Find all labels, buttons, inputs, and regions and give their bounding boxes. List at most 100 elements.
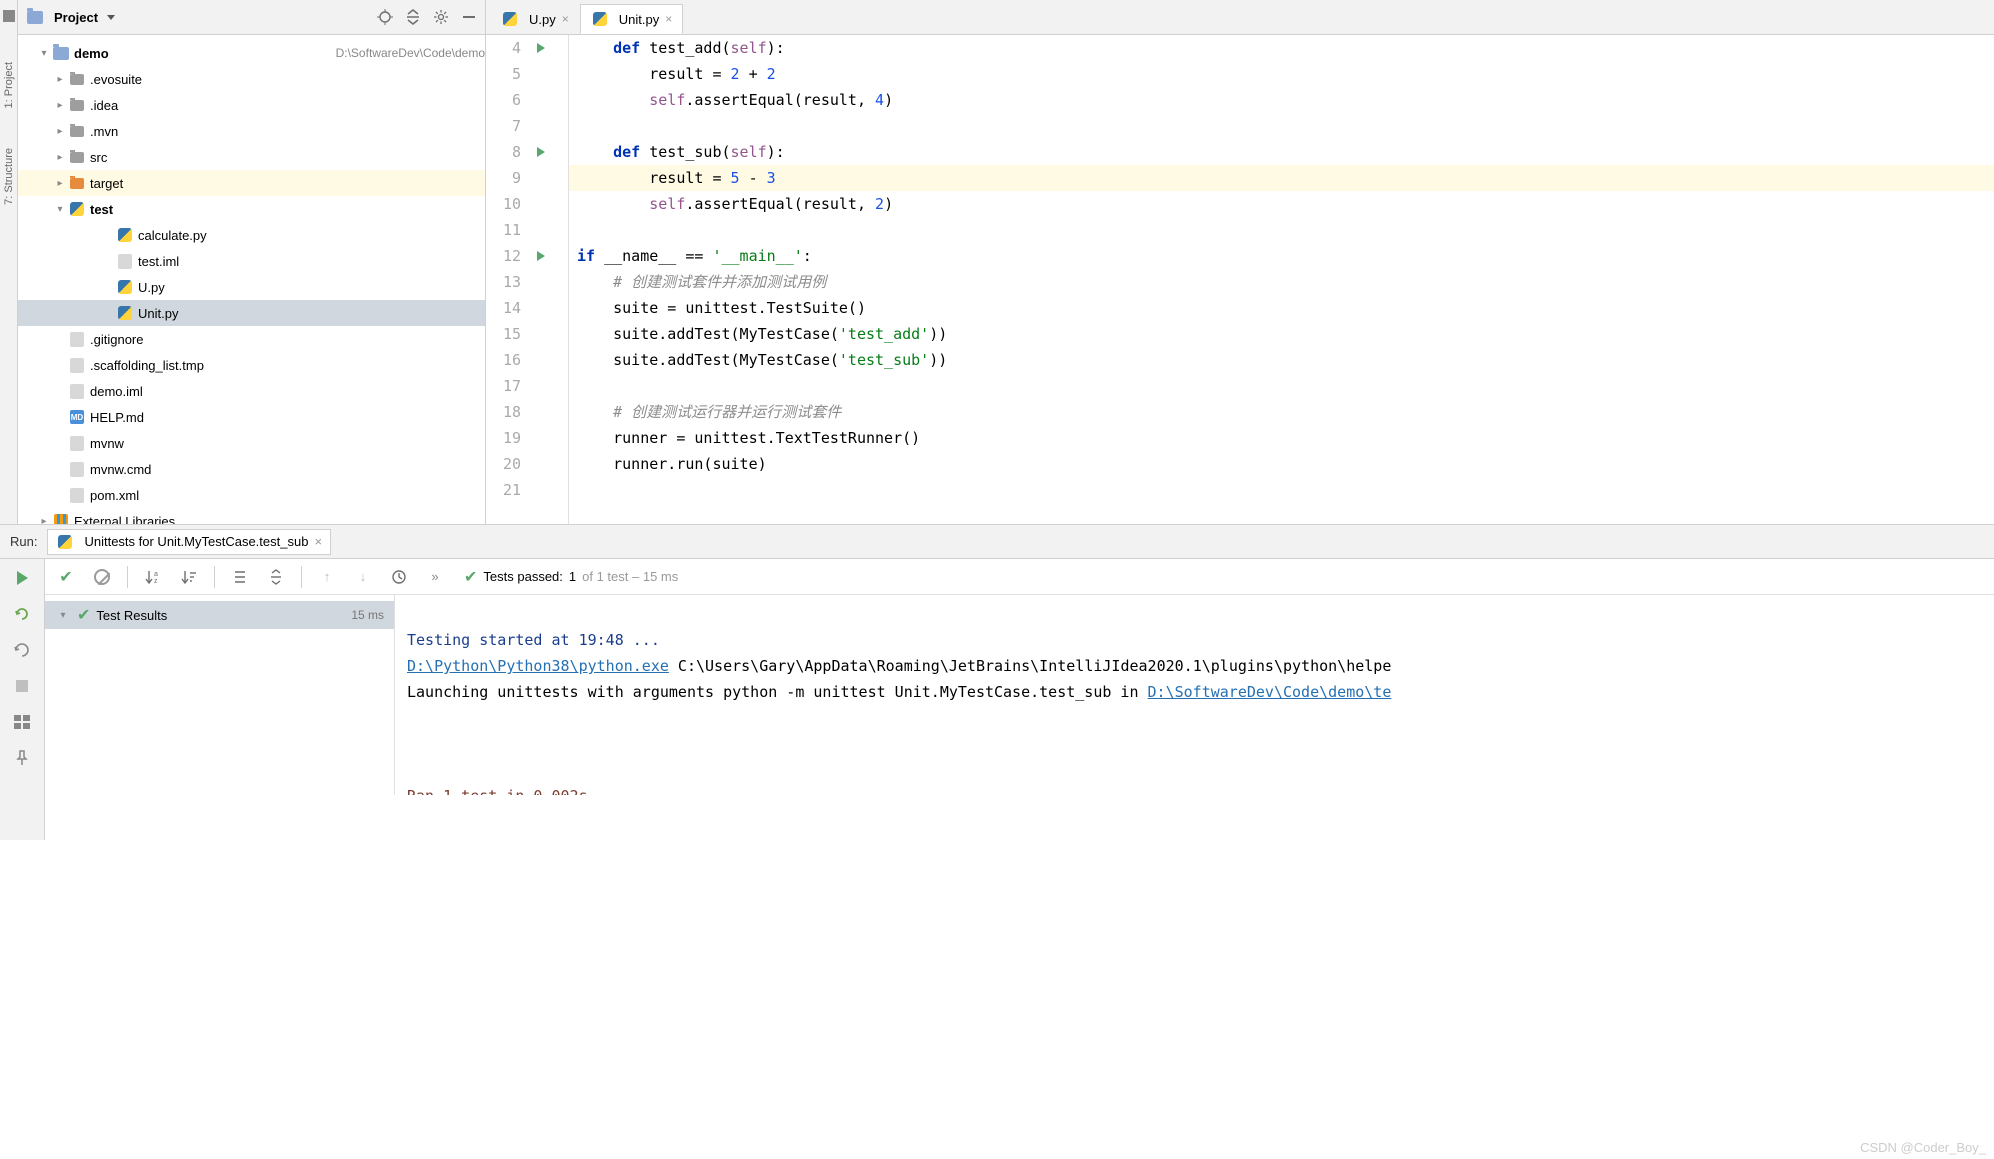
run-line-marker (531, 113, 551, 139)
external-libraries[interactable]: ▸External Libraries (18, 508, 485, 524)
gear-icon[interactable] (433, 9, 449, 25)
code-line[interactable]: def test_add(self): (569, 35, 1994, 61)
prev-failed-icon[interactable]: ↑ (316, 566, 338, 588)
code-editor[interactable]: 456789101112131415161718192021 def test_… (486, 35, 1994, 524)
fold-marker (551, 477, 568, 503)
code-line[interactable]: result = 5 - 3 (569, 165, 1994, 191)
code-line[interactable] (569, 217, 1994, 243)
stop-button[interactable] (11, 675, 33, 697)
console-link-dir[interactable]: D:\SoftwareDev\Code\demo\te (1148, 683, 1392, 701)
line-number: 6 (486, 87, 521, 113)
hide-icon[interactable] (461, 9, 477, 25)
console-text: Launching unittests with arguments pytho… (407, 683, 1148, 701)
run-markers[interactable] (531, 35, 551, 524)
code-line[interactable]: suite.addTest(MyTestCase('test_sub')) (569, 347, 1994, 373)
run-line-marker (531, 451, 551, 477)
code-line[interactable] (569, 373, 1994, 399)
editor-tab[interactable]: Unit.py× (580, 4, 683, 34)
tree-item[interactable]: mvnw.cmd (18, 456, 485, 482)
line-number: 21 (486, 477, 521, 503)
code-line[interactable]: def test_sub(self): (569, 139, 1994, 165)
tree-item[interactable]: .scaffolding_list.tmp (18, 352, 485, 378)
editor-area: U.py×Unit.py× 45678910111213141516171819… (486, 0, 1994, 524)
code-line[interactable]: runner.run(suite) (569, 451, 1994, 477)
tree-item[interactable]: ▸src (18, 144, 485, 170)
close-icon[interactable]: × (314, 534, 322, 549)
project-selector-label[interactable]: Project (54, 10, 98, 25)
status-passed-count: 1 (569, 569, 576, 584)
tree-item[interactable]: ▸target (18, 170, 485, 196)
test-results-tree[interactable]: ▾ ✔ Test Results 15 ms (45, 595, 395, 795)
run-line-marker[interactable] (531, 139, 551, 165)
project-root[interactable]: ▾demoD:\SoftwareDev\Code\demo (18, 40, 485, 66)
expand-all-icon[interactable] (229, 566, 251, 588)
tree-item[interactable]: pom.xml (18, 482, 485, 508)
console-output[interactable]: Testing started at 19:48 ... D:\Python\P… (395, 595, 1994, 795)
tree-item[interactable]: .gitignore (18, 326, 485, 352)
test-toolbar: ✔ az ↑ ↓ » ✔ Tests passed: (45, 559, 1994, 595)
python-icon (56, 534, 74, 550)
code-line[interactable] (569, 477, 1994, 503)
code-line[interactable] (569, 113, 1994, 139)
history-icon[interactable] (388, 566, 410, 588)
next-failed-icon[interactable]: ↓ (352, 566, 374, 588)
check-icon: ✔ (77, 605, 90, 625)
close-icon[interactable]: × (562, 12, 569, 26)
project-tool-label[interactable]: 1: Project (3, 62, 15, 108)
test-results-root[interactable]: ▾ ✔ Test Results 15 ms (45, 601, 394, 629)
tree-item[interactable]: ▸.mvn (18, 118, 485, 144)
code-line[interactable]: # 创建测试运行器并运行测试套件 (569, 399, 1994, 425)
sort-az-icon[interactable]: az (142, 566, 164, 588)
editor-tab[interactable]: U.py× (490, 4, 580, 34)
toggle-auto-button[interactable] (11, 639, 33, 661)
pin-button[interactable] (11, 747, 33, 769)
run-button[interactable] (11, 567, 33, 589)
tree-item[interactable]: ▸.idea (18, 92, 485, 118)
collapse-all-icon-2[interactable] (265, 566, 287, 588)
project-panel-header: Project (18, 0, 485, 35)
run-line-marker[interactable] (531, 243, 551, 269)
run-line-marker (531, 217, 551, 243)
tree-item[interactable]: ▾test (18, 196, 485, 222)
ignored-filter-icon[interactable] (91, 566, 113, 588)
fold-column[interactable] (551, 35, 569, 524)
code-line[interactable]: suite.addTest(MyTestCase('test_add')) (569, 321, 1994, 347)
tree-item[interactable]: test.iml (18, 248, 485, 274)
code-line[interactable]: if __name__ == '__main__': (569, 243, 1994, 269)
locate-icon[interactable] (377, 9, 393, 25)
tree-item[interactable]: demo.iml (18, 378, 485, 404)
passed-filter-icon[interactable]: ✔ (55, 566, 77, 588)
code-line[interactable]: self.assertEqual(result, 4) (569, 87, 1994, 113)
layout-button[interactable] (11, 711, 33, 733)
line-number: 13 (486, 269, 521, 295)
chevron-down-icon[interactable] (107, 15, 115, 20)
fold-marker (551, 373, 568, 399)
project-tree[interactable]: ▾demoD:\SoftwareDev\Code\demo▸.evosuite▸… (18, 35, 485, 524)
console-link-exe[interactable]: D:\Python\Python38\python.exe (407, 657, 669, 675)
code-content[interactable]: def test_add(self): result = 2 + 2 self.… (569, 35, 1994, 524)
code-line[interactable]: result = 2 + 2 (569, 61, 1994, 87)
svg-text:a: a (154, 571, 158, 578)
code-line[interactable]: runner = unittest.TextTestRunner() (569, 425, 1994, 451)
run-line-marker (531, 295, 551, 321)
tree-item[interactable]: Unit.py (18, 300, 485, 326)
run-config-tab[interactable]: Unittests for Unit.MyTestCase.test_sub × (47, 529, 331, 555)
structure-tool-label[interactable]: 7: Structure (3, 148, 15, 205)
tree-item[interactable]: U.py (18, 274, 485, 300)
run-line-marker[interactable] (531, 35, 551, 61)
more-icon[interactable]: » (424, 566, 446, 588)
tree-item[interactable]: calculate.py (18, 222, 485, 248)
sort-duration-icon[interactable] (178, 566, 200, 588)
line-number: 9 (486, 165, 521, 191)
tree-item[interactable]: ▸.evosuite (18, 66, 485, 92)
rerun-failed-button[interactable] (11, 603, 33, 625)
strip-icon[interactable] (3, 10, 15, 22)
code-line[interactable]: self.assertEqual(result, 2) (569, 191, 1994, 217)
close-icon[interactable]: × (665, 12, 672, 26)
code-line[interactable]: # 创建测试套件并添加测试用例 (569, 269, 1994, 295)
tree-item[interactable]: mvnw (18, 430, 485, 456)
chevron-down-icon[interactable]: ▾ (55, 610, 71, 621)
code-line[interactable]: suite = unittest.TestSuite() (569, 295, 1994, 321)
tree-item[interactable]: MDHELP.md (18, 404, 485, 430)
collapse-all-icon[interactable] (405, 9, 421, 25)
